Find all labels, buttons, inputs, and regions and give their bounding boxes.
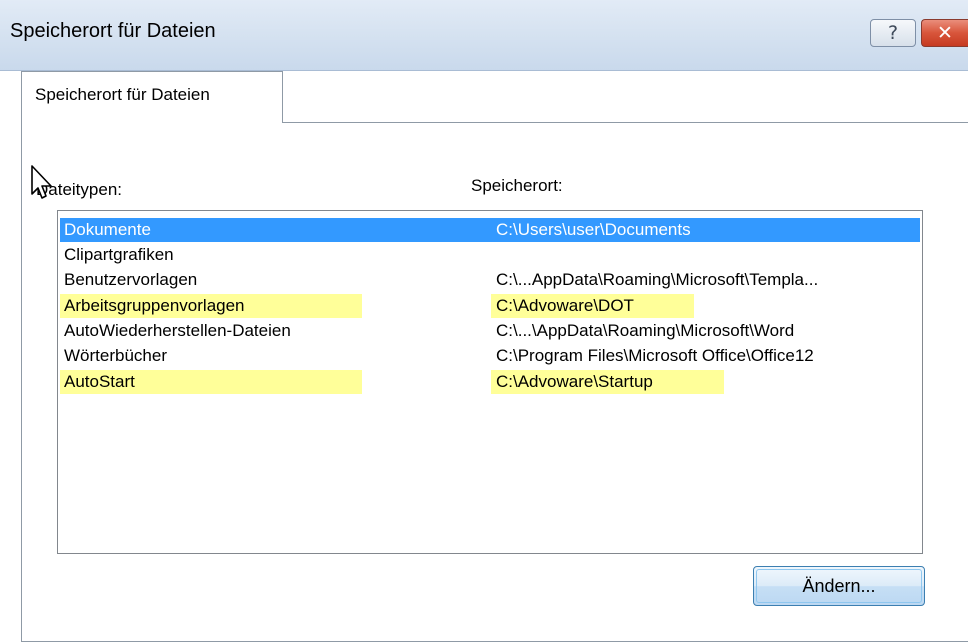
- list-item-path: C:\Users\user\Documents: [496, 220, 691, 239]
- close-icon: ✕: [937, 22, 953, 44]
- list-item[interactable]: Benutzervorlagen C:\...AppData\Roaming\M…: [60, 268, 920, 292]
- tab-file-locations[interactable]: Speicherort für Dateien: [21, 71, 283, 123]
- list-item-path: C:\...\AppData\Roaming\Microsoft\Word: [496, 321, 795, 340]
- list-item-path: C:\Program Files\Microsoft Office\Office…: [496, 346, 814, 365]
- list-item-type: AutoWiederherstellen-Dateien: [64, 321, 291, 340]
- help-icon: ?: [887, 22, 899, 44]
- window-title: Speicherort für Dateien: [10, 20, 216, 42]
- list-item[interactable]: AutoStart C:\Advoware\Startup: [60, 370, 920, 394]
- list-item-path: C:\Advoware\DOT: [496, 296, 634, 315]
- change-button[interactable]: Ändern...: [753, 566, 925, 606]
- list-item-type: Arbeitsgruppenvorlagen: [64, 296, 245, 315]
- mouse-cursor-icon: [31, 165, 52, 199]
- help-button[interactable]: ?: [870, 19, 916, 47]
- file-locations-list[interactable]: Dokumente C:\Users\user\Documents Clipar…: [57, 210, 923, 554]
- tab-label: Speicherort für Dateien: [35, 85, 210, 104]
- list-item-path: C:\Advoware\Startup: [496, 372, 653, 391]
- location-label: Speicherort:: [471, 176, 563, 195]
- list-item-type: Wörterbücher: [64, 346, 167, 365]
- close-button[interactable]: ✕: [921, 19, 968, 47]
- list-item[interactable]: AutoWiederherstellen-Dateien C:\...\AppD…: [60, 319, 920, 343]
- list-item[interactable]: Clipartgrafiken: [60, 243, 920, 267]
- list-item-type: Benutzervorlagen: [64, 270, 198, 289]
- list-item-type: Clipartgrafiken: [64, 245, 174, 264]
- list-item-type: Dokumente: [64, 220, 151, 239]
- title-bar: Speicherort für Dateien ? ✕: [0, 0, 968, 71]
- list-item[interactable]: Arbeitsgruppenvorlagen C:\Advoware\DOT: [60, 294, 920, 318]
- list-item-path: C:\...AppData\Roaming\Microsoft\Templa..…: [496, 270, 819, 289]
- list-item[interactable]: Dokumente C:\Users\user\Documents: [60, 218, 920, 242]
- list-item-type: AutoStart: [64, 372, 135, 391]
- list-item[interactable]: Wörterbücher C:\Program Files\Microsoft …: [60, 344, 920, 368]
